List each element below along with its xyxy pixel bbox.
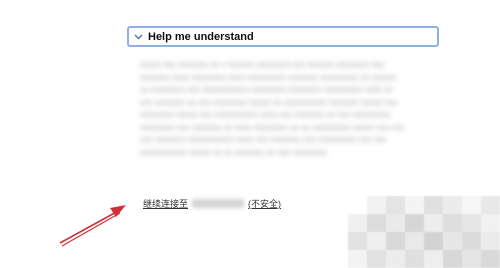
unsafe-suffix[interactable]: (不安全) <box>248 197 281 210</box>
pixelated-watermark <box>348 196 500 268</box>
explanation-paragraph-blurred: xxxxx xxx xxxxxxx xx x xxxxxx xxxxxxxx x… <box>140 59 404 157</box>
proceed-unsafe-row: 继续连接至 (不安全) <box>143 197 281 210</box>
interstitial-page: Help me understand xxxxx xxx xxxxxxx xx … <box>0 0 500 268</box>
help-me-understand-toggle[interactable]: Help me understand <box>127 26 439 47</box>
chevron-down-icon <box>133 32 143 42</box>
help-me-understand-label: Help me understand <box>148 30 254 43</box>
host-name-blurred <box>192 199 245 208</box>
proceed-link[interactable]: 继续连接至 <box>143 197 188 210</box>
